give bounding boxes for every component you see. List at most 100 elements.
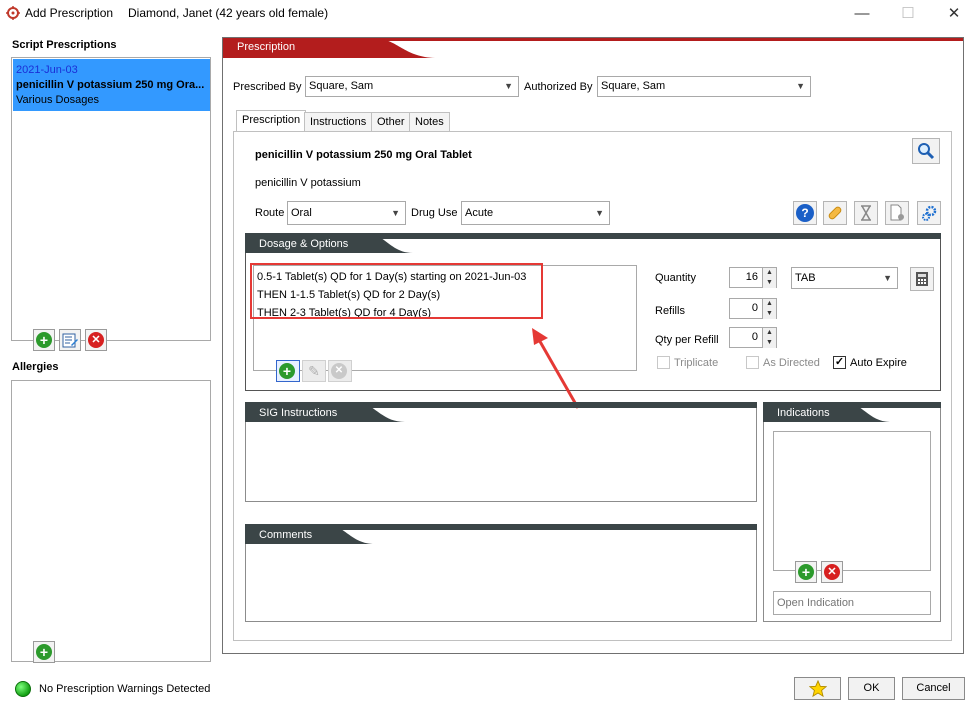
- auto-expire-checkbox[interactable]: ✓: [833, 356, 846, 369]
- spin-down-icon[interactable]: ▼: [762, 309, 776, 319]
- dosage-header: Dosage & Options: [259, 238, 349, 250]
- comments-header: Comments: [259, 529, 313, 541]
- triplicate-checkbox[interactable]: [657, 356, 670, 369]
- tab-notes[interactable]: Notes: [409, 112, 450, 131]
- refills-value: 0: [751, 302, 758, 314]
- script-item-dosage: Various Dosages: [16, 94, 99, 106]
- add-icon: +: [36, 332, 52, 348]
- quantity-stepper[interactable]: 16 ▲ ▼: [729, 267, 777, 288]
- spin-down-icon[interactable]: ▼: [762, 278, 776, 288]
- settings-gears-icon: [922, 205, 937, 221]
- warning-status-text: No Prescription Warnings Detected: [39, 683, 211, 695]
- favorite-button[interactable]: [794, 677, 841, 700]
- patient-name: Diamond, Janet (42 years old female): [128, 6, 329, 20]
- qty-per-refill-stepper[interactable]: 0 ▲ ▼: [729, 327, 777, 348]
- search-drug-button[interactable]: [912, 138, 940, 164]
- remove-dosage-button[interactable]: ✕: [328, 360, 352, 382]
- remove-indication-button[interactable]: ✕: [821, 561, 843, 583]
- edit-list-icon: [62, 333, 78, 348]
- script-prescriptions-label: Script Prescriptions: [12, 39, 117, 51]
- indications-header: Indications: [777, 407, 830, 419]
- duration-button[interactable]: [854, 201, 878, 225]
- remove-icon: ✕: [331, 363, 347, 379]
- search-icon: [918, 143, 935, 160]
- star-icon: [808, 679, 827, 698]
- route-select[interactable]: Oral ▼: [287, 201, 406, 225]
- chevron-down-icon: ▼: [796, 81, 805, 91]
- drug-generic-name: penicillin V potassium: [255, 177, 361, 189]
- route-value: Oral: [291, 207, 312, 219]
- allergies-list[interactable]: [11, 380, 211, 662]
- route-label: Route: [255, 207, 285, 219]
- title-bar: Add Prescription Diamond, Janet (42 year…: [0, 0, 977, 28]
- add-icon: +: [798, 564, 814, 580]
- tab-other[interactable]: Other: [371, 112, 411, 131]
- ok-button[interactable]: OK: [848, 677, 895, 700]
- authorized-by-select[interactable]: Square, Sam ▼: [597, 76, 811, 97]
- window-title: Add Prescription: [25, 6, 114, 20]
- minimize-button[interactable]: —: [840, 0, 884, 28]
- quantity-label: Quantity: [655, 272, 696, 284]
- tab-prescription[interactable]: Prescription: [236, 110, 307, 131]
- spin-up-icon[interactable]: ▲: [762, 268, 776, 278]
- app-icon: [6, 6, 20, 20]
- prescribed-by-label: Prescribed By: [233, 81, 302, 93]
- chevron-down-icon: ▼: [595, 208, 604, 218]
- drug-use-label: Drug Use: [411, 207, 458, 219]
- drug-use-select[interactable]: Acute ▼: [461, 201, 610, 225]
- edit-script-button[interactable]: [59, 329, 81, 351]
- sig-header: SIG Instructions: [259, 407, 338, 419]
- remove-icon: ✕: [88, 332, 104, 348]
- hourglass-icon: [861, 205, 871, 221]
- unit-value: TAB: [795, 272, 816, 284]
- remove-script-button[interactable]: ✕: [85, 329, 107, 351]
- as-directed-checkbox[interactable]: [746, 356, 759, 369]
- cancel-button[interactable]: Cancel: [902, 677, 965, 700]
- calculator-button[interactable]: [910, 267, 934, 291]
- help-button[interactable]: ?: [793, 201, 817, 225]
- add-allergy-button[interactable]: +: [33, 641, 55, 663]
- prescription-banner: Prescription: [237, 41, 296, 53]
- refills-label: Refills: [655, 305, 685, 317]
- add-icon: +: [36, 644, 52, 660]
- prescribed-by-value: Square, Sam: [309, 80, 374, 92]
- open-indication-input[interactable]: [773, 591, 931, 615]
- annotation-arrow: [532, 328, 580, 409]
- edit-dosage-button[interactable]: ✎: [302, 360, 326, 382]
- maximize-button[interactable]: ☐: [886, 0, 930, 28]
- calculator-icon: [916, 272, 928, 286]
- qty-per-refill-value: 0: [751, 331, 758, 343]
- chevron-down-icon: ▼: [391, 208, 400, 218]
- quantity-value: 16: [745, 271, 758, 283]
- help-icon: ?: [796, 204, 814, 222]
- authorized-by-label: Authorized By: [524, 81, 593, 93]
- add-document-button[interactable]: [885, 201, 909, 225]
- spin-up-icon[interactable]: ▲: [762, 328, 776, 338]
- unit-select[interactable]: TAB ▼: [791, 267, 898, 289]
- add-indication-button[interactable]: +: [795, 561, 817, 583]
- highlight-box: [250, 263, 543, 319]
- pill-button[interactable]: [823, 201, 847, 225]
- script-prescriptions-list[interactable]: 2021-Jun-03 penicillin V potassium 250 m…: [11, 57, 211, 341]
- add-script-button[interactable]: +: [33, 329, 55, 351]
- indications-list[interactable]: [773, 431, 931, 571]
- close-button[interactable]: ✕: [932, 0, 976, 28]
- script-list-item[interactable]: 2021-Jun-03 penicillin V potassium 250 m…: [13, 59, 210, 111]
- add-icon: +: [279, 363, 295, 379]
- as-directed-label: As Directed: [763, 357, 820, 369]
- drug-title: penicillin V potassium 250 mg Oral Table…: [255, 149, 472, 161]
- refills-stepper[interactable]: 0 ▲ ▼: [729, 298, 777, 319]
- spin-down-icon[interactable]: ▼: [762, 338, 776, 348]
- add-dosage-button[interactable]: +: [276, 360, 300, 382]
- tab-instructions[interactable]: Instructions: [304, 112, 373, 131]
- settings-button[interactable]: [917, 201, 941, 225]
- chevron-down-icon: ▼: [883, 273, 892, 283]
- auto-expire-label: Auto Expire: [850, 357, 907, 369]
- drug-use-value: Acute: [465, 207, 494, 219]
- prescribed-by-select[interactable]: Square, Sam ▼: [305, 76, 519, 97]
- script-item-date: 2021-Jun-03: [16, 64, 78, 76]
- pill-icon: [828, 206, 842, 220]
- spin-up-icon[interactable]: ▲: [762, 299, 776, 309]
- qty-per-refill-label: Qty per Refill: [655, 334, 719, 346]
- chevron-down-icon: ▼: [504, 81, 513, 91]
